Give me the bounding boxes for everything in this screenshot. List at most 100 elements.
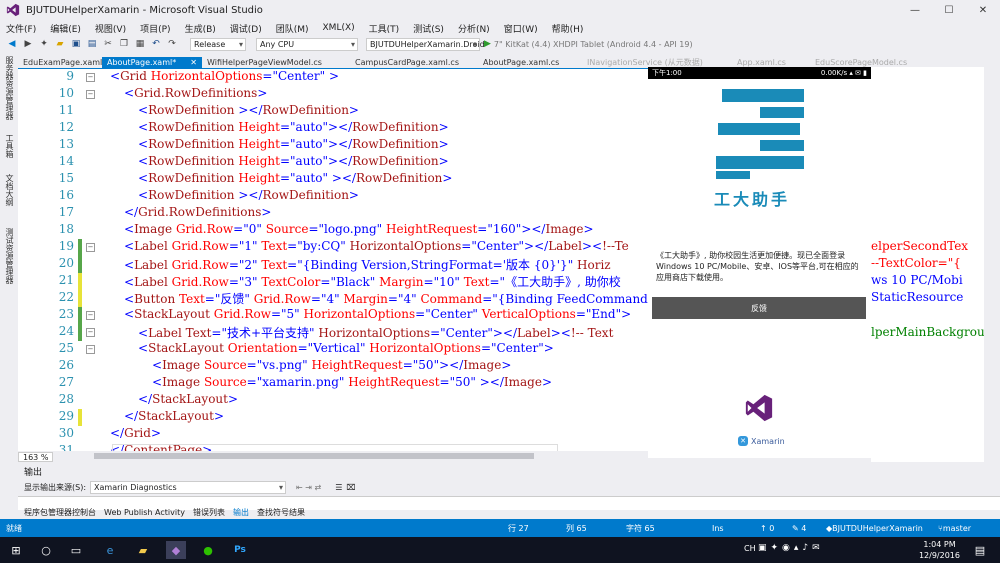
open-folder-icon[interactable]: ▰	[54, 38, 66, 50]
code-line[interactable]: 23 − <StackLayout Grid.Row="5" HorizontalO…	[18, 307, 648, 324]
cortana-icon[interactable]: ○	[36, 541, 56, 559]
menu-file[interactable]: 文件(F)	[6, 22, 36, 35]
fold-toggle-icon[interactable]: −	[86, 311, 95, 320]
tab-find-symbol-results[interactable]: 查找符号结果	[257, 507, 305, 518]
code-line[interactable]: 13 <RowDefinition Height="auto"></RowDefi…	[18, 137, 648, 154]
task-view-icon[interactable]: ▭	[66, 541, 86, 559]
horizontal-scrollbar[interactable]	[94, 453, 534, 459]
maximize-icon[interactable]: ☐	[932, 0, 966, 20]
platform-select[interactable]: Any CPU	[256, 37, 358, 51]
code-line[interactable]: 22 <Button Text="反馈" Grid.Row="4" Margin=…	[18, 290, 648, 307]
tab-about-page-xaml[interactable]: AboutPage.xaml* ✕	[102, 57, 202, 68]
close-icon[interactable]: ✕	[966, 0, 1000, 20]
menu-team[interactable]: 团队(M)	[276, 22, 309, 35]
menu-debug[interactable]: 调试(D)	[230, 22, 262, 35]
code-line[interactable]: 27 <Image Source="xamarin.png" HeightRequ…	[18, 375, 648, 392]
output-source-select[interactable]: Xamarin Diagnostics	[90, 481, 287, 494]
save-icon[interactable]: ▣	[70, 38, 82, 50]
menu-analyze[interactable]: 分析(N)	[458, 22, 490, 35]
code-line[interactable]: 16 <RowDefinition ></RowDefinition>	[18, 188, 648, 205]
code-line[interactable]: 11 <RowDefinition ></RowDefinition>	[18, 103, 648, 120]
code-line[interactable]: 10 − <Grid.RowDefinitions>	[18, 86, 648, 103]
menu-edit[interactable]: 编辑(E)	[50, 22, 81, 35]
tab-package-manager-console[interactable]: 程序包管理器控制台	[24, 507, 96, 518]
code-line[interactable]: 19 − <Label Grid.Row="1" Text="by:CQ" Hori…	[18, 239, 648, 256]
menu-xml[interactable]: XML(X)	[323, 23, 355, 33]
file-explorer-icon[interactable]: ▰	[133, 541, 153, 559]
tab-error-list[interactable]: 错误列表	[193, 507, 225, 518]
save-all-icon[interactable]: ▤	[86, 38, 98, 50]
paste-icon[interactable]: ▦	[134, 38, 146, 50]
status-branch[interactable]: ⑂ master	[938, 524, 971, 533]
pin-icon[interactable]: ✕	[190, 58, 197, 67]
menu-help[interactable]: 帮助(H)	[552, 22, 584, 35]
code-line[interactable]: 14 <RowDefinition Height="auto"></RowDefi…	[18, 154, 648, 171]
menu-tools[interactable]: 工具(T)	[369, 22, 400, 35]
zoom-select[interactable]: 163 %	[18, 451, 54, 462]
photoshop-icon[interactable]: Ps	[230, 541, 250, 559]
notification-icon[interactable]: ▤	[970, 541, 990, 559]
ime-indicator[interactable]: CH	[744, 544, 756, 553]
code-line[interactable]: 12 <RowDefinition Height="auto"></RowDefi…	[18, 120, 648, 137]
code-line[interactable]: 24 − <Label Text="技术+平台支持" HorizontalOptio…	[18, 324, 648, 341]
code-line[interactable]: 26 <Image Source="vs.png" HeightRequest="…	[18, 358, 648, 375]
code-editor[interactable]: 9 − <Grid HorizontalOptions="Center" > 10 − <…	[18, 69, 648, 451]
menu-project[interactable]: 项目(P)	[140, 22, 170, 35]
back-icon[interactable]: ◀	[6, 38, 18, 50]
menu-test[interactable]: 测试(S)	[413, 22, 444, 35]
code-line[interactable]: 9 − <Grid HorizontalOptions="Center" >	[18, 69, 648, 86]
tray-icons[interactable]: ▣✦◉▴♪✉	[758, 543, 824, 553]
test-explorer-tab[interactable]: 测试资源管理器	[4, 228, 15, 284]
tab-output[interactable]: 输出	[233, 507, 249, 518]
start-icon[interactable]: ⊞	[6, 541, 26, 559]
tab-web-publish-activity[interactable]: Web Publish Activity	[104, 508, 185, 517]
code-line[interactable]: 17 </Grid.RowDefinitions>	[18, 205, 648, 222]
forward-icon[interactable]: ▶	[22, 38, 34, 50]
word-wrap-icon[interactable]: ☰	[335, 483, 342, 492]
status-column: 列 65	[566, 523, 587, 533]
server-explorer-tab[interactable]: 服务器资源管理器	[4, 56, 15, 120]
code-line[interactable]: 20 <Label Grid.Row="2" Text="{Binding Ver…	[18, 256, 648, 273]
status-unpushed[interactable]: ↑ 0	[760, 524, 774, 533]
tab-campus-card-page[interactable]: CampusCardPage.xaml.cs	[350, 57, 478, 68]
code-line[interactable]: 21 <Label Grid.Row="3" TextColor="Black" …	[18, 273, 648, 290]
android-emulator[interactable]: 下午1:00 0.00K/s ▴ ✉ ▮ 工大助手 《工大助手》, 助你校园生活…	[648, 67, 871, 458]
code-line[interactable]: 29 </StackLayout>	[18, 409, 648, 426]
run-target-button[interactable]: ▶ 7" KitKat (4.4) XHDPI Tablet (Android …	[484, 39, 693, 49]
status-changes[interactable]: ✎ 4	[792, 524, 806, 533]
fold-toggle-icon[interactable]: −	[86, 345, 95, 354]
fold-toggle-icon[interactable]: −	[86, 328, 95, 337]
fold-toggle-icon[interactable]: −	[86, 243, 95, 252]
menu-view[interactable]: 视图(V)	[95, 22, 126, 35]
tab-wifi-helper-vm[interactable]: WifiHelperPageViewModel.cs	[202, 57, 350, 68]
code-line[interactable]: 25 − <StackLayout Orientation="Vertical" H…	[18, 341, 648, 358]
undo-icon[interactable]: ↶	[150, 38, 162, 50]
code-line[interactable]: 28 </StackLayout>	[18, 392, 648, 409]
code-line[interactable]: 18 <Image Grid.Row="0" Source="logo.png" …	[18, 222, 648, 239]
taskbar-clock[interactable]: 1:04 PM 12/9/2016	[919, 539, 960, 561]
menu-window[interactable]: 窗口(W)	[504, 22, 538, 35]
configuration-select[interactable]: Release	[190, 37, 246, 51]
feedback-button[interactable]: 反馈	[652, 297, 866, 319]
toolbox-tab[interactable]: 工具箱	[4, 134, 15, 158]
toggle-wrap-icon[interactable]: ⌧	[346, 483, 355, 492]
minimize-icon[interactable]: —	[898, 0, 932, 20]
tab-about-page-cs[interactable]: AboutPage.xaml.cs	[478, 57, 582, 68]
copy-icon[interactable]: ❐	[118, 38, 130, 50]
edge-icon[interactable]: e	[100, 541, 120, 559]
code-line[interactable]: 15 <RowDefinition Height="auto" ></RowDef…	[18, 171, 648, 188]
clear-output-icon[interactable]: ⇤ ⇥ ⇄	[296, 483, 321, 492]
cut-icon[interactable]: ✂	[102, 38, 114, 50]
fold-toggle-icon[interactable]: −	[86, 90, 95, 99]
new-project-icon[interactable]: ✦	[38, 38, 50, 50]
tab-edu-exam-page[interactable]: EduExamPage.xaml	[18, 57, 102, 68]
menu-build[interactable]: 生成(B)	[185, 22, 216, 35]
visual-studio-taskbar-icon[interactable]: ◆	[166, 541, 186, 559]
startup-project-select[interactable]: BJUTDUHelperXamarin.Droid	[366, 37, 485, 51]
fold-toggle-icon[interactable]: −	[86, 73, 95, 82]
code-line[interactable]: 30 </Grid>	[18, 426, 648, 443]
redo-icon[interactable]: ↷	[166, 38, 178, 50]
wechat-icon[interactable]: ●	[198, 541, 218, 559]
status-repo[interactable]: ◆ BJUTDUHelperXamarin	[826, 524, 923, 533]
document-outline-tab[interactable]: 文档大纲	[4, 174, 15, 206]
